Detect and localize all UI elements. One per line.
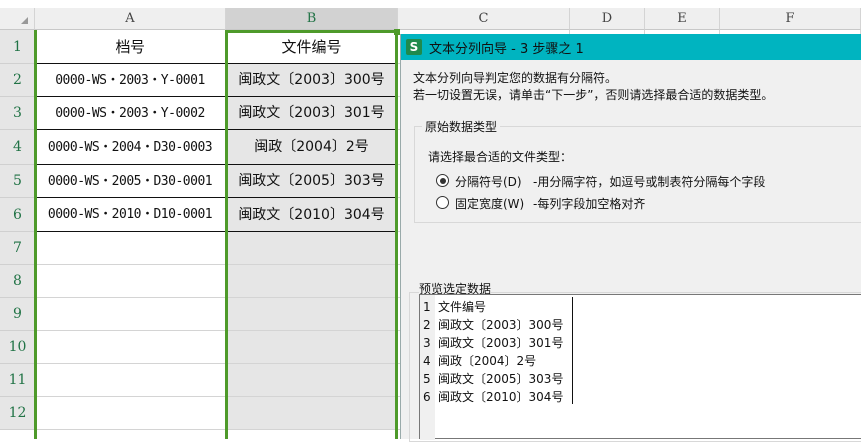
row-header[interactable]: 1 bbox=[0, 30, 35, 64]
row-header[interactable]: 6 bbox=[0, 198, 35, 232]
preview-row: 5 闽政文〔2005〕303号 bbox=[423, 370, 563, 387]
cell-a6[interactable]: 0000-WS・2010・D10-0001 bbox=[35, 198, 226, 232]
row-header[interactable]: 2 bbox=[0, 64, 35, 97]
preview-row: 3 闽政文〔2003〕301号 bbox=[423, 334, 563, 351]
row-header[interactable]: 12 bbox=[0, 397, 35, 430]
dialog-title-bar[interactable]: S 文本分列向导 - 3 步骤之 1 bbox=[401, 34, 861, 60]
preview-row: 1 文件编号 bbox=[423, 298, 486, 315]
preview-row-number: 5 bbox=[423, 372, 431, 386]
preview-row-number: 4 bbox=[423, 354, 431, 368]
column-header-b[interactable]: B bbox=[226, 8, 398, 30]
column-header-c[interactable]: C bbox=[398, 8, 570, 30]
cell-a1[interactable]: 档号 bbox=[35, 30, 226, 64]
app-logo-icon: S bbox=[406, 39, 422, 55]
column-header-e[interactable]: E bbox=[645, 8, 720, 30]
preview-row-text: 闽政文〔2005〕303号 bbox=[438, 372, 564, 386]
row-header[interactable]: 10 bbox=[0, 331, 35, 364]
dialog-title: 文本分列向导 - 3 步骤之 1 bbox=[429, 41, 584, 57]
row-header[interactable]: 3 bbox=[0, 97, 35, 130]
preview-row-number: 2 bbox=[423, 318, 431, 332]
preview-row: 4 闽政〔2004〕2号 bbox=[423, 352, 536, 369]
cell-a10[interactable] bbox=[35, 331, 226, 364]
cell-a7[interactable] bbox=[35, 232, 226, 265]
cell-a3[interactable]: 0000-WS・2003・Y-0002 bbox=[35, 97, 226, 130]
top-bar bbox=[0, 0, 861, 8]
preview-row: 2 闽政文〔2003〕300号 bbox=[423, 316, 563, 333]
column-header-d[interactable]: D bbox=[570, 8, 645, 30]
fixed-width-radio[interactable] bbox=[436, 196, 449, 209]
text-to-columns-dialog: S 文本分列向导 - 3 步骤之 1 文本分列向导判定您的数据有分隔符。 若一切… bbox=[400, 34, 861, 442]
intro-line-1: 文本分列向导判定您的数据有分隔符。 bbox=[413, 71, 618, 85]
fixed-width-desc: -每列字段加空格对齐 bbox=[533, 197, 646, 211]
fixed-width-label[interactable]: 固定宽度(W) bbox=[455, 195, 524, 212]
row-header[interactable]: 8 bbox=[0, 265, 35, 298]
preview-row-text: 闽政文〔2003〕301号 bbox=[438, 336, 564, 350]
preview-row-number: 1 bbox=[423, 300, 431, 314]
delimited-radio[interactable] bbox=[436, 174, 449, 187]
row-header[interactable]: 4 bbox=[0, 130, 35, 165]
preview-row-text: 文件编号 bbox=[438, 300, 487, 314]
row-header[interactable]: 7 bbox=[0, 232, 35, 265]
preview-row-text: 闽政〔2004〕2号 bbox=[438, 354, 537, 368]
delimited-label[interactable]: 分隔符号(D) bbox=[455, 173, 522, 190]
row-header[interactable]: 11 bbox=[0, 364, 35, 397]
row-header[interactable]: 9 bbox=[0, 298, 35, 331]
column-header-f[interactable]: F bbox=[720, 8, 861, 30]
preview-row: 6 闽政文〔2010〕304号 bbox=[423, 388, 563, 405]
preview-row-text: 闽政文〔2010〕304号 bbox=[438, 390, 564, 404]
cell-a2[interactable]: 0000-WS・2003・Y-0001 bbox=[35, 64, 226, 97]
preview-row-number: 3 bbox=[423, 336, 431, 350]
preview-row-number: 6 bbox=[423, 390, 431, 404]
cell-a11[interactable] bbox=[35, 364, 226, 397]
column-break-line[interactable] bbox=[572, 297, 573, 404]
cell-a4[interactable]: 0000-WS・2004・D30-0003 bbox=[35, 130, 226, 165]
preview-row-text: 闽政文〔2003〕300号 bbox=[438, 318, 564, 332]
cell-a8[interactable] bbox=[35, 265, 226, 298]
cell-a12[interactable] bbox=[35, 397, 226, 430]
type-prompt: 请选择最合适的文件类型： bbox=[428, 150, 573, 164]
preview-box[interactable]: 1 文件编号 2 闽政文〔2003〕300号 3 闽政文〔2003〕301号 4 闽政〔200… bbox=[419, 294, 861, 440]
intro-line-2: 若一切设置无误，请单击“下一步”，否则请选择最合适的数据类型。 bbox=[413, 88, 774, 102]
delimited-desc: -用分隔字符，如逗号或制表符分隔每个字段 bbox=[533, 175, 766, 189]
cell-a5[interactable]: 0000-WS・2005・D30-0001 bbox=[35, 165, 226, 198]
selection-box bbox=[225, 30, 398, 439]
column-header-a[interactable]: A bbox=[35, 8, 226, 30]
select-all-corner[interactable] bbox=[0, 8, 35, 30]
row-header[interactable]: 5 bbox=[0, 165, 35, 198]
cell-a9[interactable] bbox=[35, 298, 226, 331]
group-label: 原始数据类型 bbox=[422, 118, 501, 135]
column-a-border bbox=[34, 30, 37, 439]
